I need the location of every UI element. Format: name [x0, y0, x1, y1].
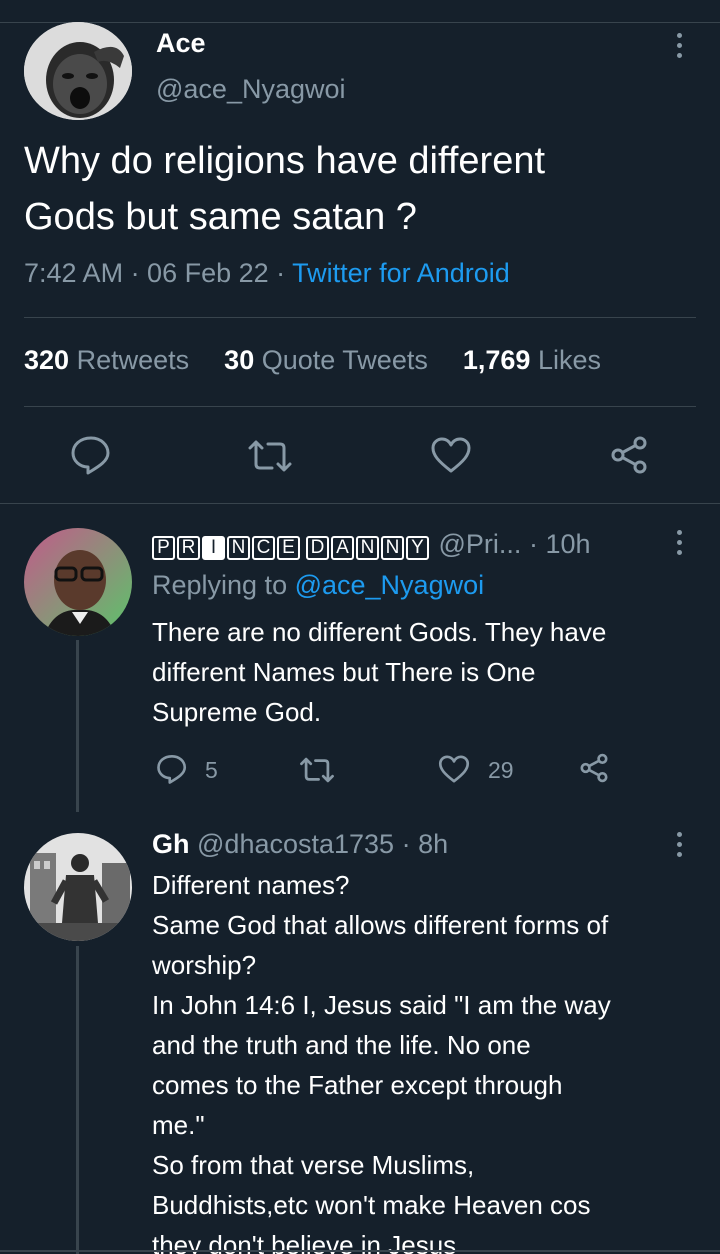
name-letter: R: [177, 536, 200, 560]
top-divider: [0, 22, 720, 23]
name-letter: E: [277, 536, 300, 560]
name-letter: D: [306, 536, 329, 560]
reply-handle[interactable]: @dhacosta1735 · 8h: [197, 829, 448, 859]
reply-icon[interactable]: [70, 435, 112, 475]
name-letter: A: [331, 536, 354, 560]
replying-to-handle[interactable]: @ace_Nyagwoi: [295, 570, 485, 600]
author-handle[interactable]: @ace_Nyagwoi: [156, 74, 346, 105]
reply-text: There are no different Gods. They have d…: [152, 617, 607, 727]
tweet-timestamp: 7:42 AM · 06 Feb 22 ·: [24, 258, 293, 288]
retweet-icon[interactable]: [246, 438, 294, 474]
reply-time: · 10h: [528, 529, 591, 559]
likes-count: 1,769: [462, 345, 531, 375]
retweet-icon[interactable]: [298, 756, 336, 784]
name-letter: P: [152, 536, 175, 560]
reply-header: PRINCEDANNY @Pri... · 10h: [152, 529, 591, 560]
tweet-text-line1: Why do religions have different: [24, 140, 546, 182]
avatar[interactable]: [24, 528, 132, 636]
reply-icon[interactable]: [156, 754, 188, 784]
reply-author-name[interactable]: Gh: [152, 829, 190, 859]
thread-line: [76, 946, 79, 1254]
like-count: 29: [488, 757, 514, 783]
retweets-count: 320: [24, 345, 70, 375]
more-icon[interactable]: [677, 33, 683, 63]
more-icon[interactable]: [677, 530, 683, 560]
name-letter: N: [227, 536, 250, 560]
name-letter: I: [202, 536, 225, 560]
likes-stat[interactable]: 1,769 Likes: [463, 345, 601, 375]
name-letter: N: [381, 536, 404, 560]
reply-header: Gh @dhacosta1735 · 8h: [152, 829, 448, 860]
tweet-source-link[interactable]: Twitter for Android: [292, 258, 510, 288]
reply-handle[interactable]: @Pri...: [439, 529, 522, 559]
author-name[interactable]: Ace: [156, 28, 206, 59]
like-icon[interactable]: [430, 436, 472, 474]
name-letter: Y: [406, 536, 429, 560]
reply-author-name-2[interactable]: DANNY: [306, 529, 431, 560]
quotes-label: Quote Tweets: [261, 345, 428, 375]
thread-line: [76, 640, 79, 812]
bottom-divider: [0, 1250, 720, 1252]
share-icon[interactable]: [608, 434, 650, 476]
likes-label: Likes: [537, 345, 601, 375]
avatar[interactable]: [24, 833, 132, 941]
name-letter: N: [356, 536, 379, 560]
reply-count: 5: [205, 757, 218, 783]
avatar[interactable]: [24, 22, 132, 120]
tweet-stats: 320 Retweets 30 Quote Tweets 1,769 Likes: [24, 345, 601, 376]
divider: [0, 503, 720, 504]
quotes-count: 30: [224, 345, 255, 375]
replying-to-prefix: Replying to: [152, 570, 295, 600]
retweets-label: Retweets: [76, 345, 190, 375]
divider: [24, 317, 696, 318]
replying-to: Replying to @ace_Nyagwoi: [152, 570, 484, 601]
more-icon[interactable]: [677, 832, 683, 862]
retweets-stat[interactable]: 320 Retweets: [24, 345, 189, 375]
divider: [24, 406, 696, 407]
quotes-stat[interactable]: 30 Quote Tweets: [224, 345, 428, 375]
like-icon[interactable]: [438, 754, 470, 784]
tweet-meta: 7:42 AM · 06 Feb 22 · Twitter for Androi…: [24, 258, 510, 289]
tweet-text-line2: Gods but same satan ?: [24, 196, 417, 238]
share-icon[interactable]: [578, 752, 610, 784]
reply-text: Different names? Same God that allows di…: [152, 870, 611, 1254]
reply-author-name[interactable]: PRINCE: [152, 529, 302, 560]
name-letter: C: [252, 536, 275, 560]
